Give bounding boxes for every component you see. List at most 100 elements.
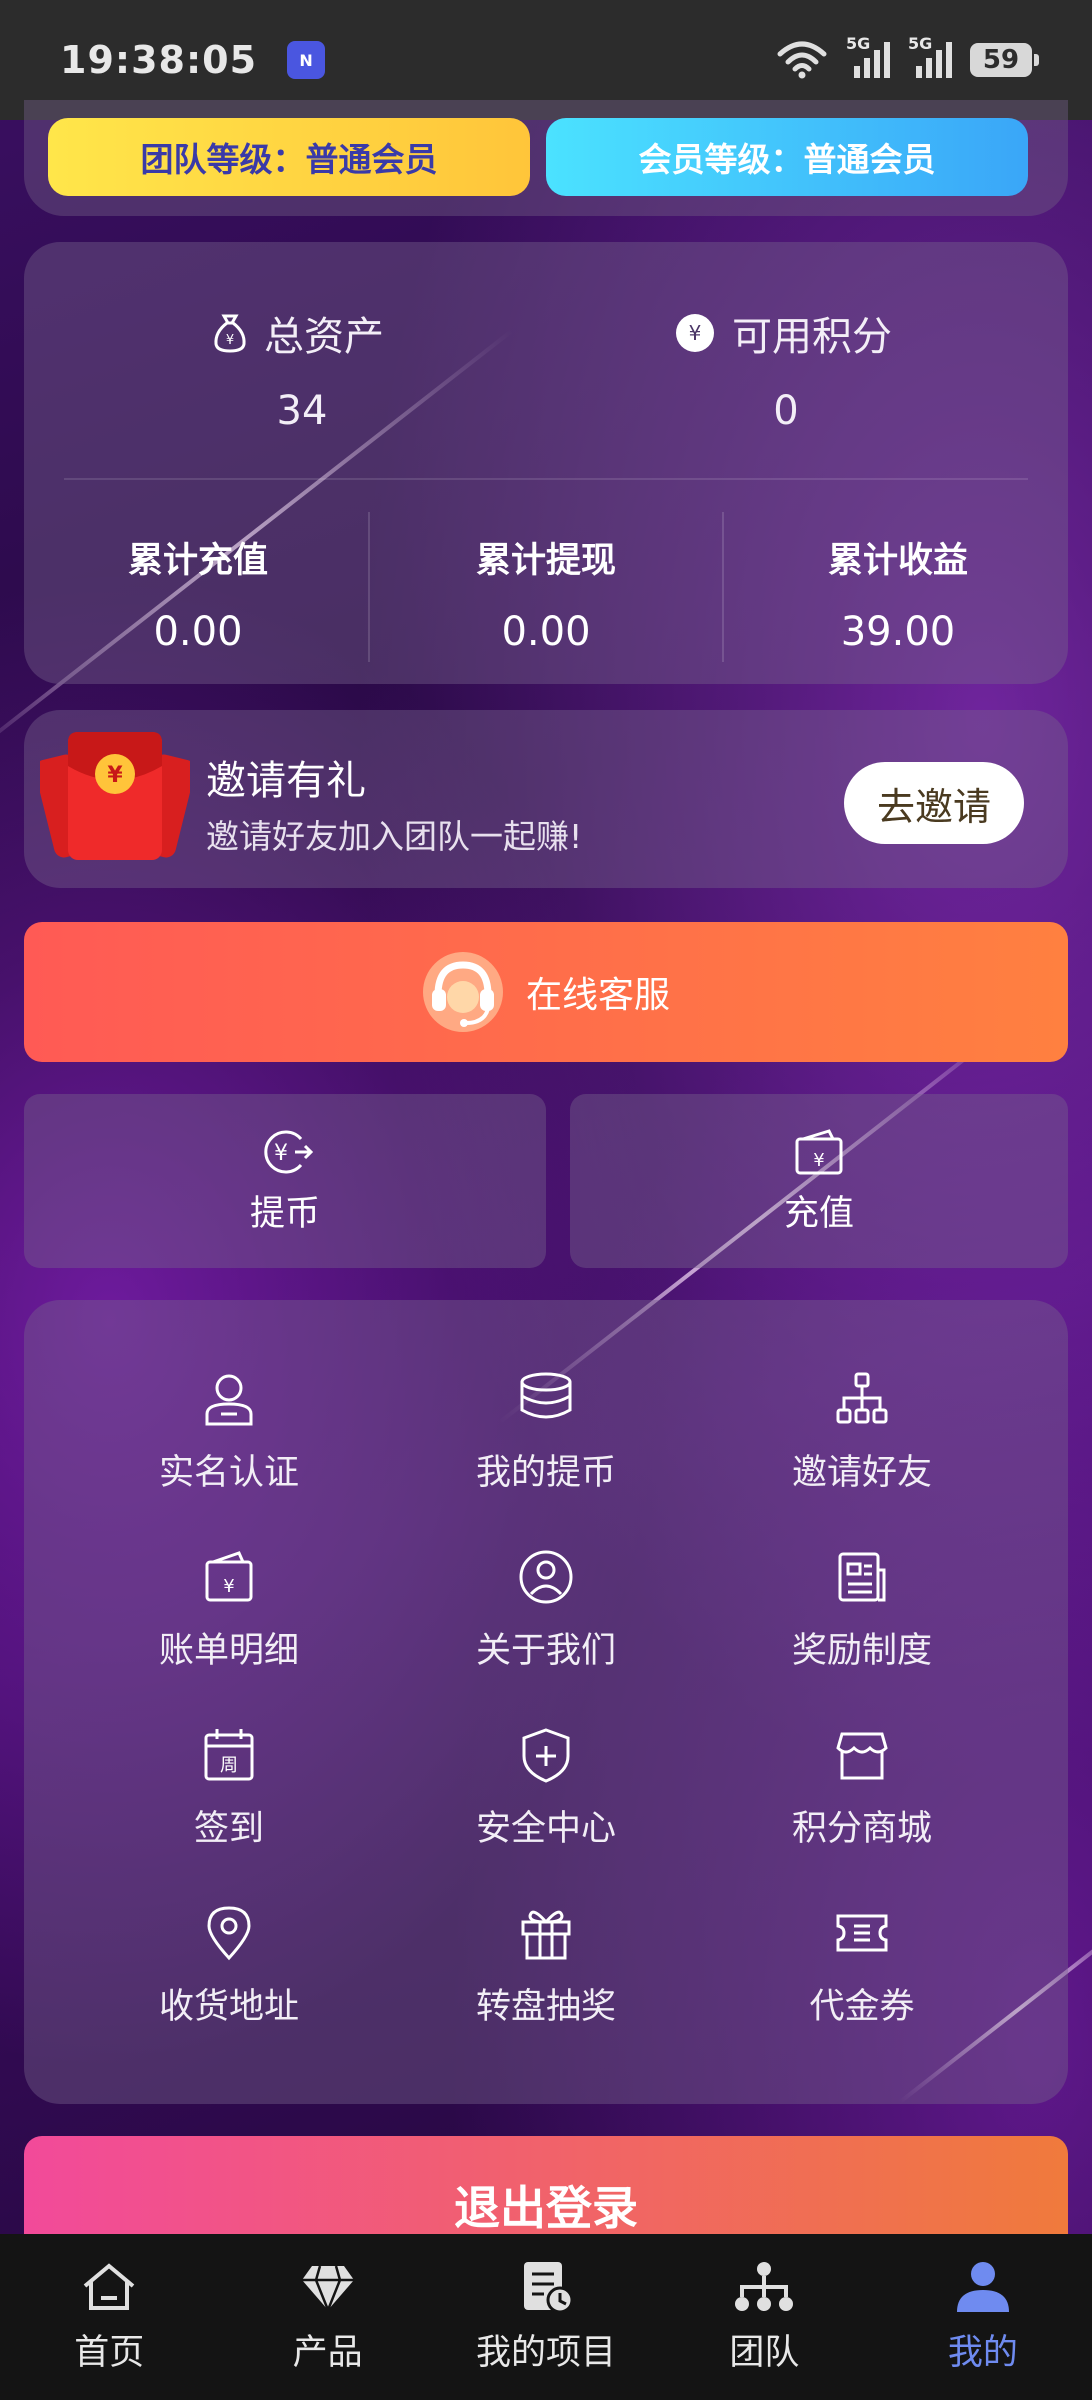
divider	[722, 512, 724, 662]
menu-item-label: 积分商城	[791, 1809, 932, 1849]
svg-text:¥: ¥	[274, 1141, 288, 1166]
stat-value: 0.00	[153, 609, 243, 655]
menu-item-about-us[interactable]: 关于我们	[416, 1548, 676, 1673]
document-icon	[838, 1552, 886, 1602]
total-assets-label: ¥ 总资产	[212, 304, 384, 362]
menu-item-invite-friends[interactable]: 邀请好友	[732, 1370, 992, 1495]
home-icon	[83, 2262, 135, 2310]
yen-coin-icon: ¥	[676, 314, 714, 352]
recharge-label: 充值	[783, 1193, 854, 1234]
menu-item-label: 我的提币	[475, 1453, 616, 1493]
tab-home[interactable]: 首页	[0, 2234, 218, 2400]
stat-earnings: 累计收益 39.00	[728, 532, 1068, 655]
svg-text:¥: ¥	[226, 333, 234, 348]
calendar-icon: 周	[204, 1729, 254, 1781]
signal-icon: 5G	[908, 34, 952, 78]
withdraw-button[interactable]: ¥ 提币	[24, 1094, 546, 1268]
svg-text:¥: ¥	[813, 1150, 824, 1171]
diamond-icon	[301, 2265, 354, 2313]
status-time: 19:38:05	[60, 38, 258, 82]
calendar-glyph: 周	[220, 1755, 238, 1776]
menu-item-my-withdrawals[interactable]: 我的提币	[416, 1370, 676, 1495]
wallet-icon: ¥	[795, 1128, 843, 1174]
tab-label: 我的	[947, 2332, 1018, 2373]
menu-item-label: 收货地址	[158, 1987, 299, 2027]
signal-icon: 5G	[846, 34, 890, 78]
team-icon	[735, 2261, 794, 2311]
menu-item-label: 签到	[193, 1809, 264, 1849]
location-icon	[207, 1906, 251, 1961]
store-icon	[836, 1732, 888, 1780]
person-circle-icon	[519, 1550, 573, 1604]
withdraw-coin-icon: ¥	[264, 1130, 313, 1173]
stat-label: 累计充值	[127, 541, 268, 581]
points-value: 0	[773, 388, 799, 434]
battery-icon: 59	[970, 43, 1039, 77]
points-text: 可用积分	[732, 314, 892, 360]
team-level-badge: 团队等级：普通会员	[48, 118, 530, 196]
network-icon	[836, 1372, 888, 1424]
menu-item-shipping-address[interactable]: 收货地址	[99, 1904, 359, 2029]
divider	[368, 512, 370, 662]
menu-item-check-in[interactable]: 周 签到	[99, 1726, 359, 1851]
menu-item-points-mall[interactable]: 积分商城	[732, 1726, 992, 1851]
network-type: 5G	[908, 34, 933, 53]
battery-level: 59	[982, 45, 1020, 75]
red-envelope-icon: ¥	[40, 732, 190, 860]
ticket-icon	[836, 1914, 888, 1952]
menu-item-bill-details[interactable]: ¥ 账单明细	[99, 1548, 359, 1673]
online-service-button[interactable]: 在线客服	[24, 922, 1068, 1062]
svg-text:¥: ¥	[107, 763, 123, 788]
svg-text:¥: ¥	[689, 321, 702, 345]
stat-value: 39.00	[840, 609, 956, 655]
total-assets-text: 总资产	[264, 314, 384, 360]
invite-subtitle: 邀请好友加入团队一起赚!	[206, 817, 583, 856]
menu-item-label: 邀请好友	[791, 1453, 932, 1493]
gift-icon	[521, 1910, 571, 1960]
shield-icon	[522, 1728, 570, 1783]
total-assets-value: 34	[276, 388, 328, 434]
stat-label: 累计提现	[475, 541, 616, 581]
invite-title: 邀请有礼	[206, 758, 366, 804]
divider	[64, 478, 1028, 480]
stat-value: 0.00	[501, 609, 591, 655]
svg-text:¥: ¥	[223, 1576, 234, 1597]
tab-label: 我的项目	[476, 2332, 617, 2373]
menu-item-security-center[interactable]: 安全中心	[416, 1726, 676, 1851]
menu-item-label: 实名认证	[158, 1453, 299, 1493]
bottom-tab-bar: 首页 产品 我的项目 团队 我的	[0, 2234, 1092, 2400]
network-type: 5G	[846, 34, 871, 53]
stat-withdraw: 累计提现 0.00	[376, 532, 716, 655]
wallet-icon: ¥	[205, 1551, 253, 1602]
wifi-icon	[777, 41, 827, 79]
withdraw-label: 提币	[249, 1193, 320, 1234]
tab-label: 团队	[729, 2332, 800, 2373]
go-invite-button[interactable]: 去邀请	[844, 762, 1024, 844]
points-label: ¥ 可用积分	[674, 304, 892, 362]
menu-item-lucky-wheel[interactable]: 转盘抽奖	[416, 1904, 676, 2029]
app-notification-icon: N	[287, 41, 326, 79]
stat-recharge: 累计充值 0.00	[28, 532, 368, 655]
menu-item-real-name[interactable]: 实名认证	[99, 1370, 359, 1495]
money-bag-icon: ¥	[214, 314, 246, 353]
assets-card: ¥ 总资产 34 ¥ 可用积分 0 累计充值 0.00 累计提现 0.00 累计…	[24, 242, 1068, 684]
tab-label: 首页	[74, 2332, 145, 2373]
recharge-button[interactable]: ¥ 充值	[570, 1094, 1068, 1268]
menu-item-label: 安全中心	[475, 1809, 616, 1849]
project-icon	[524, 2261, 574, 2313]
tab-team[interactable]: 团队	[655, 2234, 873, 2400]
menu-item-label: 转盘抽奖	[475, 1987, 616, 2027]
tab-label: 产品	[292, 2332, 363, 2373]
tab-products[interactable]: 产品	[218, 2234, 436, 2400]
user-icon	[205, 1374, 253, 1426]
tab-mine[interactable]: 我的	[874, 2234, 1092, 2400]
menu-item-label: 代金券	[809, 1987, 915, 2027]
tab-my-projects[interactable]: 我的项目	[437, 2234, 655, 2400]
menu-item-vouchers[interactable]: 代金券	[732, 1904, 992, 2029]
menu-item-label: 关于我们	[475, 1631, 616, 1671]
menu-item-reward-system[interactable]: 奖励制度	[732, 1548, 992, 1673]
member-level-badge: 会员等级：普通会员	[546, 118, 1028, 196]
stat-label: 累计收益	[827, 541, 968, 581]
profile-icon	[956, 2261, 1009, 2312]
coins-icon	[520, 1372, 572, 1419]
